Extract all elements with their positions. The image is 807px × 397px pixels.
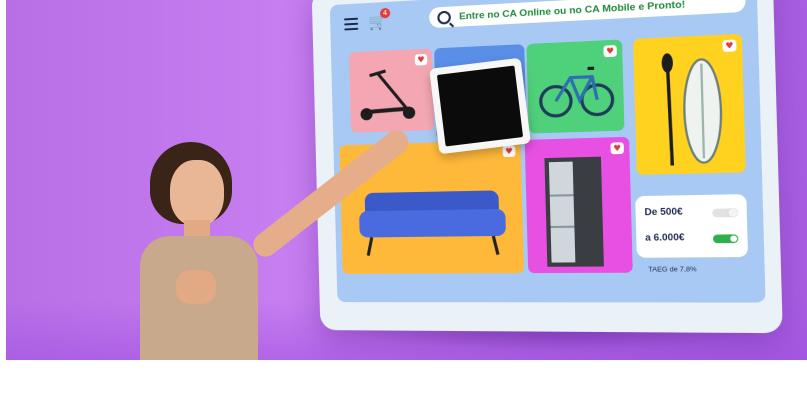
search-placeholder: Entre no CA Online ou no CA Mobile e Pro… — [458, 0, 686, 22]
heart-icon[interactable]: ♥ — [603, 45, 617, 58]
face — [170, 160, 224, 226]
hero-banner: 🛒 4 Entre no CA Online ou no CA Mobile e… — [6, 0, 807, 360]
tablet-device — [429, 57, 531, 155]
heart-icon[interactable]: ♥ — [610, 142, 624, 155]
product-tile-bicycle[interactable]: ♥ — [526, 39, 625, 134]
menu-icon[interactable] — [344, 17, 359, 31]
product-tile-scooter[interactable]: ♥ — [348, 48, 435, 133]
heart-icon[interactable]: ♥ — [414, 53, 428, 66]
fridge-icon — [544, 156, 604, 267]
product-tile-fridge[interactable]: ♥ — [524, 136, 633, 274]
woman-figure — [106, 125, 414, 360]
tablet-screen — [436, 65, 524, 147]
heart-icon[interactable]: ♥ — [502, 145, 516, 158]
product-tile-paddleboard[interactable]: ♥ — [633, 33, 746, 175]
hand — [176, 270, 216, 304]
paddleboard-icon — [633, 34, 746, 175]
taeg-note: TAEG de 7,8% — [648, 265, 697, 274]
search-bar[interactable]: Entre no CA Online ou no CA Mobile e Pro… — [428, 0, 746, 29]
heart-icon[interactable]: ♥ — [722, 39, 737, 52]
max-toggle[interactable] — [712, 234, 739, 244]
search-icon — [437, 10, 452, 25]
cart-badge: 4 — [379, 7, 391, 19]
loan-max-label: a 6.000€ — [645, 231, 685, 243]
loan-min-label: De 500€ — [644, 206, 683, 218]
min-toggle[interactable] — [712, 208, 738, 218]
loan-card: De 500€ a 6.000€ — [635, 194, 749, 258]
